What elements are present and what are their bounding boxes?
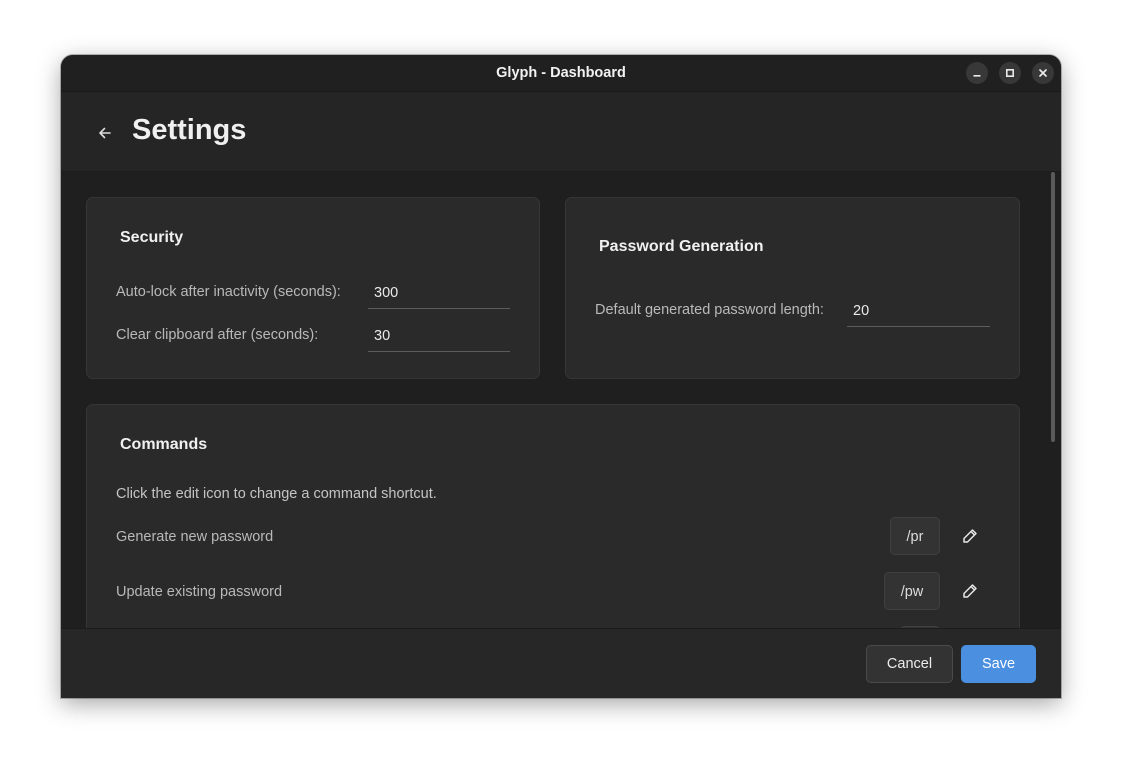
edit-shortcut-button[interactable] <box>957 523 983 549</box>
back-button[interactable] <box>92 120 118 146</box>
password-length-label: Default generated password length: <box>595 302 824 318</box>
pencil-icon <box>963 584 977 598</box>
clear-clipboard-input[interactable] <box>368 320 510 352</box>
security-card: Security Auto-lock after inactivity (sec… <box>86 197 540 379</box>
password-generation-title: Password Generation <box>599 238 764 255</box>
titlebar: Glyph - Dashboard <box>61 55 1061 92</box>
settings-header: Settings <box>61 92 1061 172</box>
maximize-button[interactable] <box>999 62 1021 84</box>
minimize-button[interactable] <box>966 62 988 84</box>
edit-shortcut-button[interactable] <box>957 578 983 604</box>
security-title: Security <box>120 229 184 246</box>
command-shortcut: /pw <box>884 572 940 610</box>
scrollbar-thumb[interactable] <box>1051 172 1055 442</box>
scrollbar[interactable] <box>1050 172 1056 628</box>
clear-clipboard-label: Clear clipboard after (seconds): <box>116 327 319 343</box>
commands-hint: Click the edit icon to change a command … <box>116 486 437 502</box>
close-icon <box>1039 69 1047 77</box>
command-label: Update existing password <box>116 584 283 600</box>
page-title: Settings <box>132 114 247 146</box>
commands-card: Commands Click the edit icon to change a… <box>86 404 1020 628</box>
pencil-icon <box>963 529 977 543</box>
cancel-button[interactable]: Cancel <box>866 645 953 683</box>
password-length-input[interactable] <box>847 295 990 327</box>
window-title: Glyph - Dashboard <box>496 65 626 81</box>
maximize-icon <box>1005 68 1015 78</box>
close-button[interactable] <box>1032 62 1054 84</box>
auto-lock-input[interactable] <box>368 277 510 309</box>
auto-lock-label: Auto-lock after inactivity (seconds): <box>116 284 341 300</box>
arrow-left-icon <box>99 127 111 139</box>
minimize-icon <box>973 75 981 77</box>
command-label: Generate new password <box>116 529 274 545</box>
settings-content[interactable]: Security Auto-lock after inactivity (sec… <box>61 172 1061 628</box>
command-shortcut: /pr <box>890 517 940 555</box>
commands-title: Commands <box>120 436 208 453</box>
app-window: Glyph - Dashboard Settings Security Auto… <box>61 55 1061 698</box>
settings-footer: Cancel Save <box>61 628 1061 698</box>
password-generation-card: Password Generation Default generated pa… <box>565 197 1020 379</box>
save-button[interactable]: Save <box>961 645 1036 683</box>
